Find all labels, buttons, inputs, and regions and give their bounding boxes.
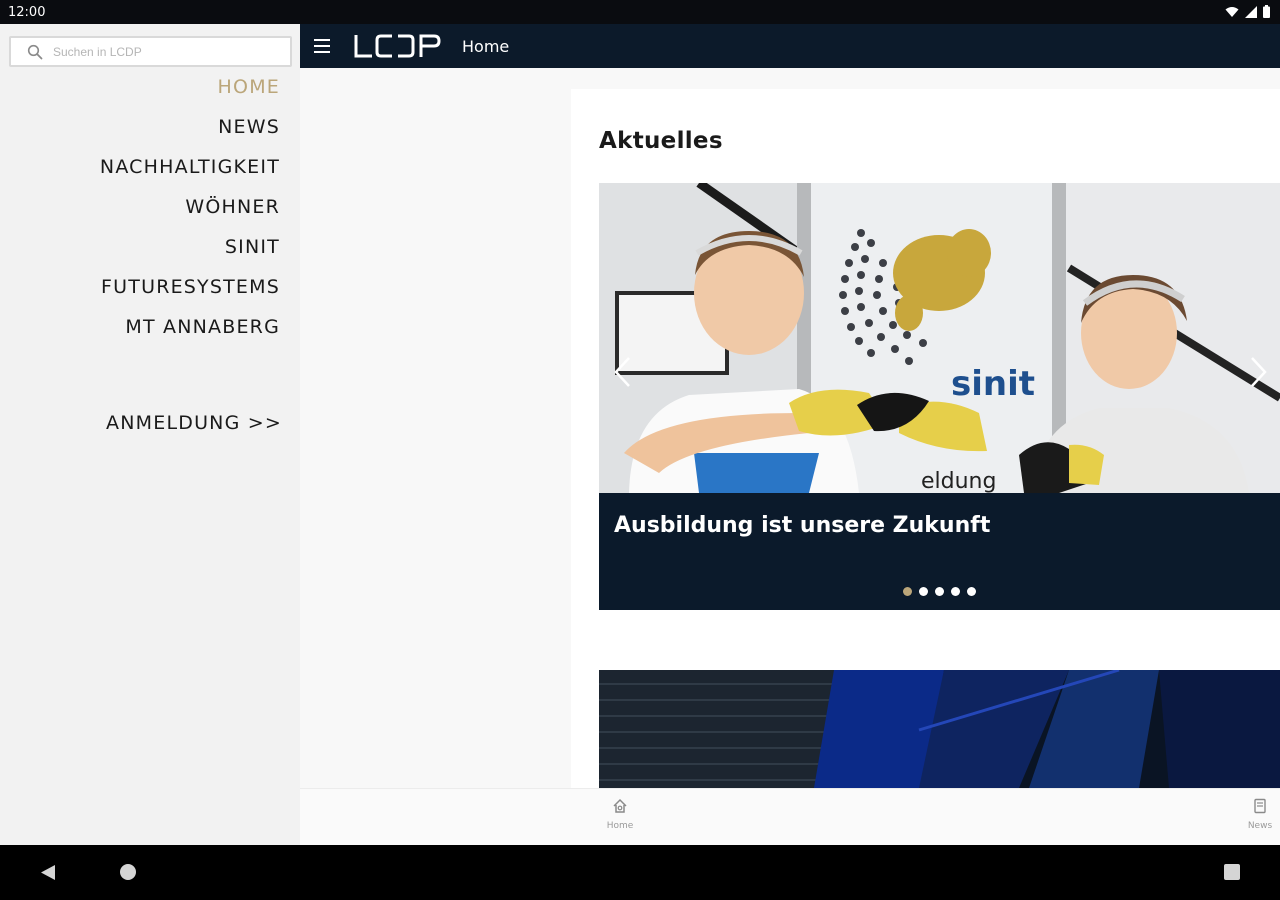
news-icon	[1254, 798, 1266, 814]
carousel-dot[interactable]	[919, 587, 928, 596]
tab-news-label: News	[1247, 821, 1273, 831]
search-box[interactable]	[9, 36, 292, 67]
carousel-dot[interactable]	[951, 587, 960, 596]
slide-title[interactable]: Ausbildung ist unsere Zukunft	[614, 513, 990, 538]
carousel-dot[interactable]	[935, 587, 944, 596]
carousel-pagination	[903, 587, 976, 596]
carousel-dot[interactable]	[967, 587, 976, 596]
back-icon[interactable]	[40, 864, 56, 881]
carousel-prev-arrow-icon[interactable]	[611, 355, 635, 389]
sinit-logo-text: sinit	[951, 364, 1035, 404]
app-bar: Home	[300, 24, 1280, 68]
status-icons	[1225, 5, 1270, 18]
drawer-item-nachhaltigkeit[interactable]: NACHHALTIGKEIT	[100, 148, 280, 188]
recents-icon[interactable]	[1224, 864, 1240, 880]
login-link[interactable]: ANMELDUNG >>	[106, 412, 282, 434]
drawer-item-mt-annaberg[interactable]: MT ANNABERG	[100, 308, 280, 348]
news-carousel[interactable]: sinit eldung Ausbildung ist unsere Zukun…	[599, 183, 1280, 610]
carousel-image: sinit eldung	[599, 183, 1280, 493]
search-input[interactable]	[53, 42, 283, 61]
hamburger-menu-icon[interactable]	[314, 39, 330, 53]
tab-news[interactable]: News	[1235, 798, 1280, 831]
partial-wall-text: eldung	[921, 469, 996, 493]
carousel-dot[interactable]	[903, 587, 912, 596]
app-bar-title: Home	[462, 37, 510, 56]
drawer-item-woehner[interactable]: WÖHNER	[100, 188, 280, 228]
slide-caption: Ausbildung ist unsere Zukunft	[599, 493, 1280, 610]
app-screen: 12:00 HOME NEWS NACHHALTIGKEIT WÖHNER SI…	[0, 0, 1280, 900]
tab-home-label: Home	[606, 821, 634, 831]
status-bar: 12:00	[0, 0, 1280, 24]
tab-home[interactable]: Home	[595, 798, 645, 831]
drawer-item-sinit[interactable]: SINIT	[100, 228, 280, 268]
lcdp-logo	[354, 34, 441, 58]
drawer-item-news[interactable]: NEWS	[100, 108, 280, 148]
bottom-tab-bar: Home News	[300, 788, 1280, 845]
signal-icon	[1245, 5, 1257, 18]
drawer-nav-list: HOME NEWS NACHHALTIGKEIT WÖHNER SINIT FU…	[100, 68, 280, 348]
news-preview-image[interactable]	[599, 670, 1280, 788]
search-icon	[27, 44, 43, 60]
home-icon	[613, 798, 627, 813]
carousel-next-arrow-icon[interactable]	[1246, 355, 1270, 389]
building-photo	[599, 670, 1280, 788]
carousel-photo: sinit eldung	[599, 183, 1280, 493]
status-time: 12:00	[8, 5, 46, 20]
home-button-icon[interactable]	[120, 864, 136, 880]
battery-icon	[1263, 5, 1270, 18]
drawer-item-futuresystems[interactable]: FUTURESYSTEMS	[100, 268, 280, 308]
section-title: Aktuelles	[599, 128, 723, 154]
drawer-item-home[interactable]: HOME	[100, 68, 280, 108]
navigation-drawer: HOME NEWS NACHHALTIGKEIT WÖHNER SINIT FU…	[0, 24, 300, 845]
system-nav-bar	[0, 845, 1280, 900]
wifi-icon	[1225, 6, 1239, 17]
